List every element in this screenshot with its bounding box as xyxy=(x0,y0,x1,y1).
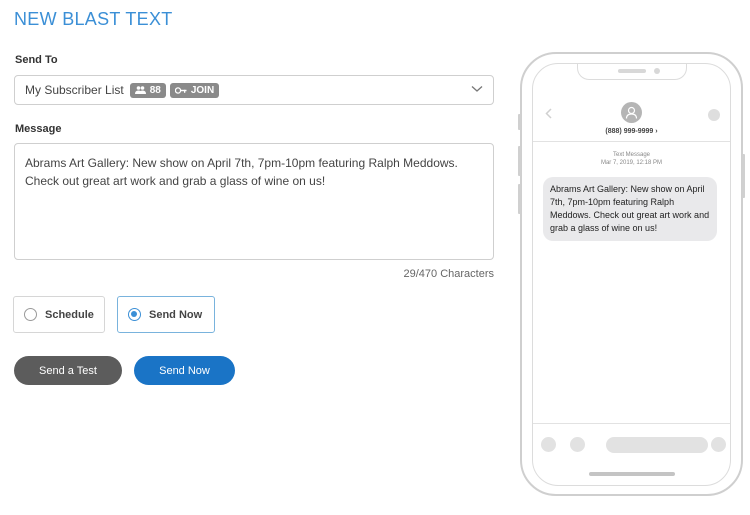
camera-button-placeholder xyxy=(541,437,556,452)
send-now-option[interactable]: Send Now xyxy=(117,296,215,333)
send-now-button[interactable]: Send Now xyxy=(134,356,235,385)
phone-screen: (888) 999-9999 › Text Message Mar 7, 201… xyxy=(532,63,731,486)
phone-side-button xyxy=(518,146,521,176)
send-now-option-label: Send Now xyxy=(149,308,203,321)
message-bubble: Abrams Art Gallery: New show on April 7t… xyxy=(543,177,717,241)
phone-preview: (888) 999-9999 › Text Message Mar 7, 201… xyxy=(518,52,745,496)
home-indicator xyxy=(589,472,675,476)
info-dot xyxy=(708,109,720,121)
keyword-text: JOIN xyxy=(190,84,215,96)
page-title: NEW BLAST TEXT xyxy=(14,9,173,29)
phone-side-button xyxy=(518,184,521,214)
send-test-button[interactable]: Send a Test xyxy=(14,356,122,385)
character-count: 29/470 Characters xyxy=(403,268,495,280)
sender-phone-number: (888) 999-9999 › xyxy=(605,128,658,135)
schedule-label: Schedule xyxy=(45,308,94,321)
send-to-label: Send To xyxy=(15,54,58,66)
schedule-radio[interactable] xyxy=(24,308,37,321)
person-icon xyxy=(625,106,638,119)
message-timestamp: Mar 7, 2019, 12:18 PM xyxy=(600,160,663,166)
compose-field-placeholder xyxy=(606,437,708,453)
apps-button-placeholder xyxy=(570,437,585,452)
message-textarea[interactable]: Abrams Art Gallery: New show on April 7t… xyxy=(14,143,494,260)
compose-bar xyxy=(533,423,730,485)
people-icon xyxy=(134,86,146,94)
camera-dot xyxy=(654,68,660,74)
phone-notch xyxy=(577,64,687,80)
schedule-option[interactable]: Schedule xyxy=(13,296,105,333)
key-icon xyxy=(174,86,187,94)
phone-side-button xyxy=(742,154,745,198)
subscriber-list-select[interactable]: My Subscriber List 88 JOIN xyxy=(14,75,494,105)
contact-avatar xyxy=(621,102,642,123)
keyword-badge: JOIN xyxy=(169,82,220,98)
phone-side-button xyxy=(518,114,521,130)
send-button-placeholder xyxy=(711,437,726,452)
message-label: Message xyxy=(15,123,62,135)
chevron-down-icon[interactable] xyxy=(471,85,483,93)
subscriber-count: 88 xyxy=(149,84,161,96)
chevron-left-icon xyxy=(545,108,552,119)
speaker-grille xyxy=(618,69,646,73)
send-now-radio[interactable] xyxy=(128,308,141,321)
subscriber-count-badge: 88 xyxy=(129,82,166,98)
selected-list-name: My Subscriber List xyxy=(25,83,124,97)
message-type-label: Text Message xyxy=(612,152,651,158)
